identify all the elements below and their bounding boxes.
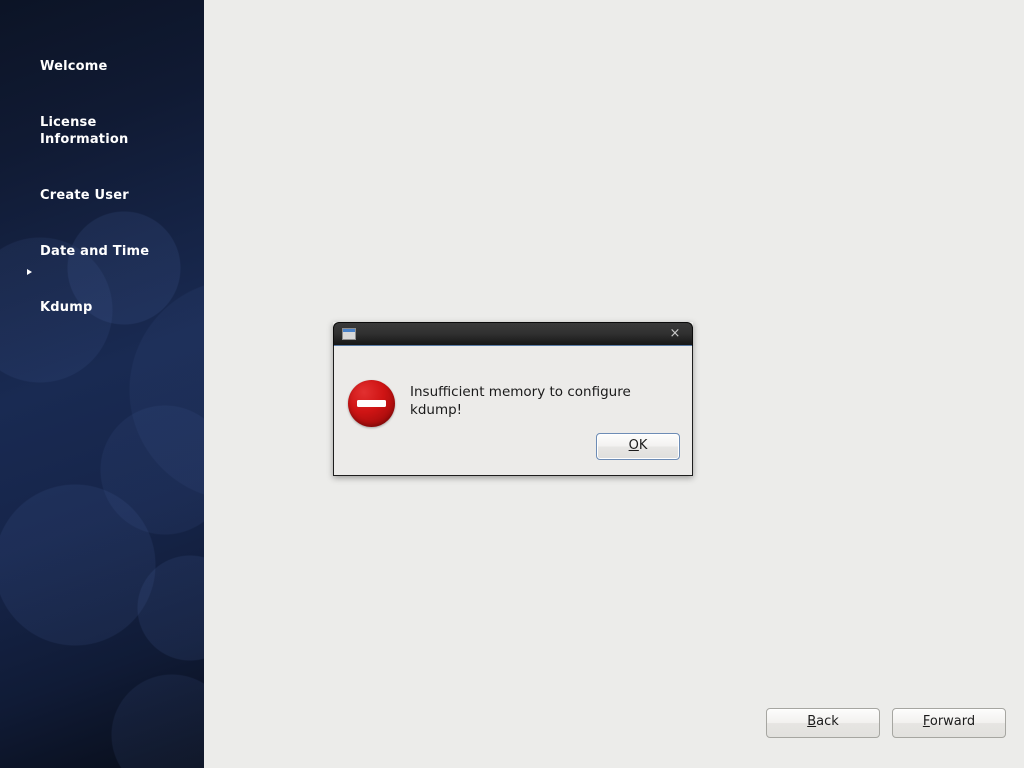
sidebar-item-date-and-time[interactable]: Date and Time xyxy=(0,209,204,260)
ok-button-label: K xyxy=(639,438,648,453)
error-stop-icon xyxy=(348,380,395,427)
sidebar-item-create-user[interactable]: Create User xyxy=(0,153,204,204)
dialog-body: Insufficient memory to configure kdump! … xyxy=(333,346,693,476)
back-button-label: ack xyxy=(816,714,839,729)
dialog-titlebar[interactable]: × xyxy=(333,322,693,346)
dialog-message: Insufficient memory to configure kdump! xyxy=(410,383,680,419)
forward-button[interactable]: Forward xyxy=(892,708,1006,738)
back-button[interactable]: Back xyxy=(766,708,880,738)
sidebar-item-license-information[interactable]: License Information xyxy=(0,80,204,148)
sidebar-nav-list: Welcome License Information Create User … xyxy=(0,24,204,321)
error-dialog: × Insufficient memory to configure kdump… xyxy=(333,322,693,476)
forward-button-label: orward xyxy=(930,714,975,729)
sidebar-item-label: Date and Time xyxy=(40,244,149,259)
sidebar-item-label: Create User xyxy=(40,188,129,203)
ok-button-mnemonic: O xyxy=(629,438,639,453)
sidebar-item-label: Welcome xyxy=(40,59,108,74)
close-icon[interactable]: × xyxy=(666,325,684,343)
ok-button[interactable]: OK xyxy=(596,433,680,460)
sidebar: Welcome License Information Create User … xyxy=(0,0,204,768)
sidebar-item-label: License Information xyxy=(40,115,128,147)
footer-button-bar: Back Forward xyxy=(766,708,1006,738)
window-icon xyxy=(342,328,356,340)
back-button-mnemonic: B xyxy=(807,714,816,729)
sidebar-item-label: Kdump xyxy=(40,300,93,315)
sidebar-item-kdump[interactable]: Kdump xyxy=(0,265,204,316)
installer-window: Welcome License Information Create User … xyxy=(0,0,1024,768)
forward-button-mnemonic: F xyxy=(923,714,930,729)
chevron-right-icon xyxy=(27,269,32,275)
sidebar-item-welcome[interactable]: Welcome xyxy=(0,24,204,75)
